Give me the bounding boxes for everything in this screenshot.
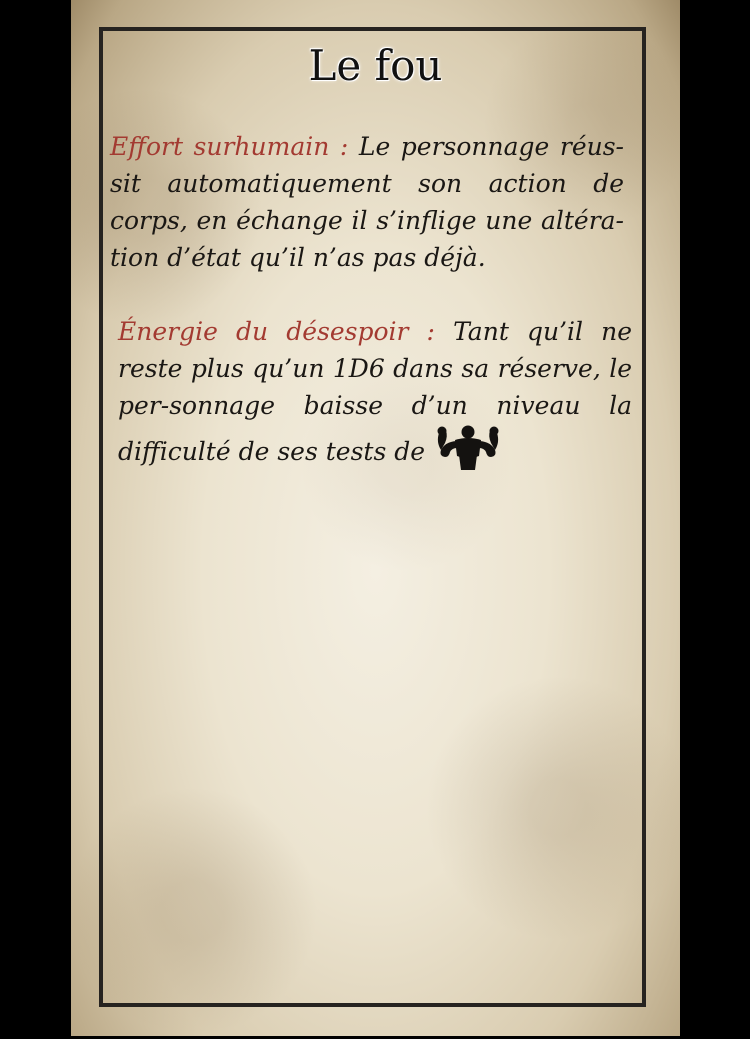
ability-energie-du-desespoir: Énergie du désespoir : Tant qu’il ne res… bbox=[118, 313, 632, 472]
ability-name: Effort surhumain : bbox=[110, 132, 349, 161]
ability-name: Énergie du désespoir : bbox=[118, 317, 435, 346]
card-title: Le fou bbox=[308, 41, 443, 90]
muscle-strength-icon bbox=[433, 424, 503, 472]
ability-effort-surhumain: Effort surhumain : Le personnage réus-si… bbox=[110, 128, 624, 276]
